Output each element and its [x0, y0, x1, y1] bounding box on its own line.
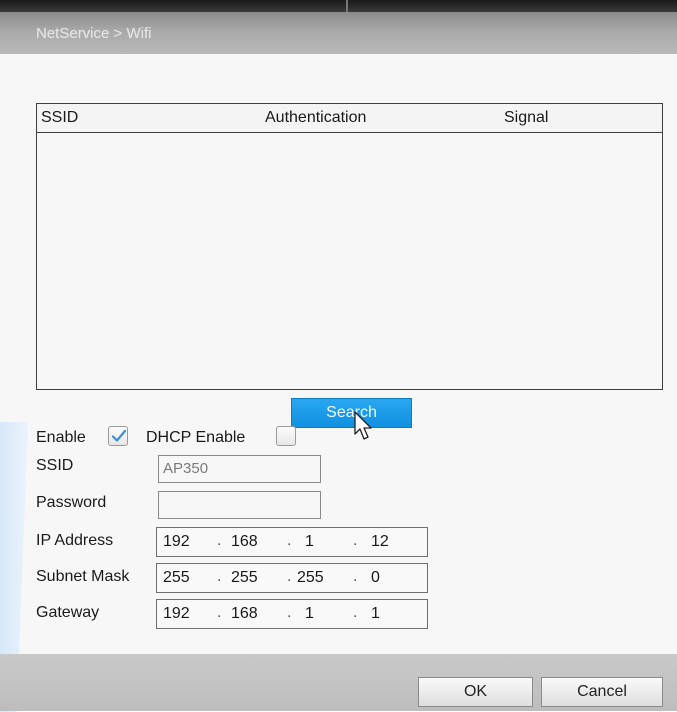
enable-checkbox[interactable]: [108, 426, 128, 446]
enable-label: Enable: [36, 429, 86, 446]
subnet-mask-field[interactable]: 255 . 255 . 255 . 0: [156, 563, 428, 593]
dhcp-enable-label: DHCP Enable: [146, 429, 246, 446]
wifi-network-list[interactable]: SSID Authentication Signal: [36, 103, 663, 390]
octet-separator: .: [353, 532, 358, 549]
subnet-mask-label: Subnet Mask: [36, 568, 130, 585]
gateway-octet-1[interactable]: 192: [163, 605, 190, 623]
gateway-octet-2[interactable]: 168: [231, 605, 258, 623]
ip-address-label: IP Address: [36, 532, 114, 549]
dhcp-enable-checkbox[interactable]: [276, 426, 296, 446]
title-bar: NetService > Wifi: [0, 12, 677, 54]
column-header-ssid[interactable]: SSID: [41, 109, 78, 127]
subnet-octet-2[interactable]: 255: [231, 569, 258, 587]
cancel-button[interactable]: Cancel: [541, 677, 663, 707]
ip-octet-4[interactable]: 12: [371, 533, 389, 551]
octet-separator: .: [287, 568, 292, 585]
ip-octet-3[interactable]: 1: [305, 533, 314, 551]
ip-octet-2[interactable]: 168: [231, 533, 258, 551]
column-header-signal[interactable]: Signal: [504, 109, 548, 127]
subnet-octet-3[interactable]: 255: [297, 569, 324, 587]
checkmark-icon: [111, 429, 127, 442]
octet-separator: .: [287, 604, 292, 621]
gateway-octet-3[interactable]: 1: [305, 605, 314, 623]
subnet-octet-4[interactable]: 0: [371, 569, 380, 587]
ok-button[interactable]: OK: [418, 677, 533, 707]
wifi-dialog: NetService > Wifi SSID Authentication Si…: [0, 12, 677, 712]
octet-separator: .: [217, 568, 222, 585]
password-input[interactable]: [158, 491, 321, 519]
octet-separator: .: [353, 604, 358, 621]
octet-separator: .: [217, 532, 222, 549]
octet-separator: .: [287, 532, 292, 549]
gateway-field[interactable]: 192 . 168 . 1 . 1: [156, 599, 428, 629]
octet-separator: .: [217, 604, 222, 621]
gateway-octet-4[interactable]: 1: [371, 605, 380, 623]
ssid-input[interactable]: AP350: [158, 455, 321, 483]
dialog-title: NetService > Wifi: [36, 25, 152, 42]
list-header: SSID Authentication Signal: [37, 104, 662, 133]
top-strip-divider: [346, 0, 348, 12]
password-label: Password: [36, 494, 107, 511]
ip-octet-1[interactable]: 192: [163, 533, 190, 551]
subnet-octet-1[interactable]: 255: [163, 569, 190, 587]
mouse-cursor-icon: [354, 411, 372, 440]
column-header-authentication[interactable]: Authentication: [265, 109, 366, 127]
ssid-label: SSID: [36, 457, 74, 474]
gateway-label: Gateway: [36, 604, 100, 621]
search-button[interactable]: Search: [291, 398, 412, 428]
ip-address-field[interactable]: 192 . 168 . 1 . 12: [156, 527, 428, 557]
top-strip: [0, 0, 677, 12]
octet-separator: .: [353, 568, 358, 585]
